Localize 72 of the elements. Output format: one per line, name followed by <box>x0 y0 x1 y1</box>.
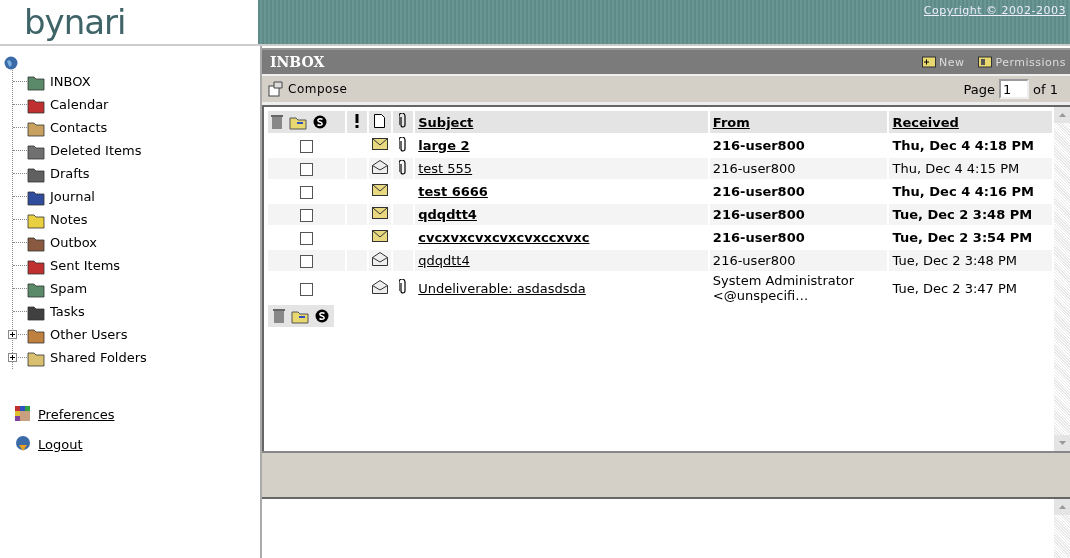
new-folder-icon <box>921 56 936 68</box>
column-header[interactable]: Received <box>889 111 1052 133</box>
folder-item[interactable]: Tasks <box>48 304 87 319</box>
globe-icon <box>14 435 32 453</box>
received-cell: Tue, Dec 2 3:47 PM <box>892 280 1017 296</box>
logo: bynari <box>24 2 126 42</box>
page-total: of 1 <box>1033 81 1058 97</box>
folder-item[interactable]: Journal <box>48 189 97 204</box>
column-header[interactable]: From <box>709 111 888 133</box>
folder-title: INBOX <box>270 54 325 70</box>
folder-item[interactable]: Calendar <box>48 97 111 112</box>
received-cell: Thu, Dec 4 4:15 PM <box>892 161 1020 176</box>
received-cell: Tue, Dec 2 3:48 PM <box>892 207 1033 222</box>
priority-icon <box>354 113 359 128</box>
row-checkbox[interactable] <box>299 255 313 268</box>
message-subject-link[interactable]: large 2 <box>418 138 470 153</box>
message-subject-link[interactable]: qdqdtt4 <box>418 207 477 222</box>
message-subject-link[interactable]: Undeliverable: asdasdsda <box>418 280 586 296</box>
folder-item[interactable]: Deleted Items <box>48 143 144 158</box>
sender-cell-text: 216-user800 <box>712 161 797 176</box>
folder-item[interactable]: INBOX <box>48 74 93 89</box>
received-cell: Tue, Dec 2 3:48 PM <box>892 253 1017 268</box>
sender-cell-text: 216-user800 <box>712 230 806 245</box>
move-folder-icon[interactable] <box>289 114 307 130</box>
folder-item[interactable]: Drafts <box>48 166 92 181</box>
sender-cell-text: System Administrator <@unspecifi… <box>712 273 856 303</box>
compose-button[interactable]: Compose <box>268 81 348 97</box>
row-checkbox[interactable] <box>299 140 313 153</box>
sender-cell-text: 216-user800 <box>712 207 806 222</box>
trash-icon[interactable] <box>271 114 283 130</box>
folder-item[interactable]: Other Users <box>48 327 130 342</box>
message-subject-link[interactable]: test 6666 <box>418 184 488 199</box>
row-checkbox[interactable] <box>299 209 313 222</box>
paperclip-icon <box>399 159 408 175</box>
move-folder-icon[interactable] <box>291 308 309 324</box>
folder-item[interactable]: Outbox <box>48 235 100 250</box>
folder-item[interactable]: Sent Items <box>48 258 123 273</box>
sidebar-link[interactable]: Logout <box>38 436 83 452</box>
scrollbar[interactable] <box>1054 499 1070 558</box>
sender-cell-text: 216-user800 <box>712 184 806 199</box>
expand-toggle[interactable] <box>8 330 17 339</box>
paperclip-icon <box>399 279 408 294</box>
row-checkbox[interactable] <box>299 232 313 245</box>
palette-icon <box>14 405 32 423</box>
received-cell: Tue, Dec 2 3:54 PM <box>892 230 1033 245</box>
message-subject-link[interactable]: cvcxvxcvxcvxcvxccxvxc <box>418 230 590 245</box>
paperclip-icon <box>399 136 408 152</box>
spam-icon[interactable] <box>315 309 329 323</box>
globe-icon <box>4 56 18 70</box>
spam-icon[interactable] <box>313 115 327 129</box>
message-subject-link[interactable]: qdqdtt4 <box>418 253 470 268</box>
message-subject-link[interactable]: test 555 <box>418 161 473 176</box>
row-checkbox[interactable] <box>299 186 313 199</box>
expand-toggle[interactable] <box>8 353 17 362</box>
trash-icon[interactable] <box>273 308 285 324</box>
sender-cell-text: 216-user800 <box>712 138 806 153</box>
row-checkbox[interactable] <box>299 163 313 176</box>
page-label: Page <box>963 81 996 97</box>
page-field[interactable]: 1 <box>999 79 1030 99</box>
sender-cell-text: 216-user800 <box>712 253 797 268</box>
compose-icon <box>268 81 284 97</box>
folder-item[interactable]: Spam <box>48 281 90 296</box>
sidebar-link[interactable]: Preferences <box>38 406 115 422</box>
paperclip-icon <box>399 113 408 128</box>
folder-item[interactable]: Shared Folders <box>48 350 149 365</box>
row-checkbox[interactable] <box>299 282 313 296</box>
folder-item[interactable]: Contacts <box>48 120 110 135</box>
folder-item[interactable]: Notes <box>48 212 90 227</box>
column-header[interactable]: Subject <box>415 111 708 133</box>
document-icon <box>374 113 386 128</box>
received-cell: Thu, Dec 4 4:16 PM <box>892 184 1035 199</box>
received-cell: Thu, Dec 4 4:18 PM <box>892 138 1035 153</box>
